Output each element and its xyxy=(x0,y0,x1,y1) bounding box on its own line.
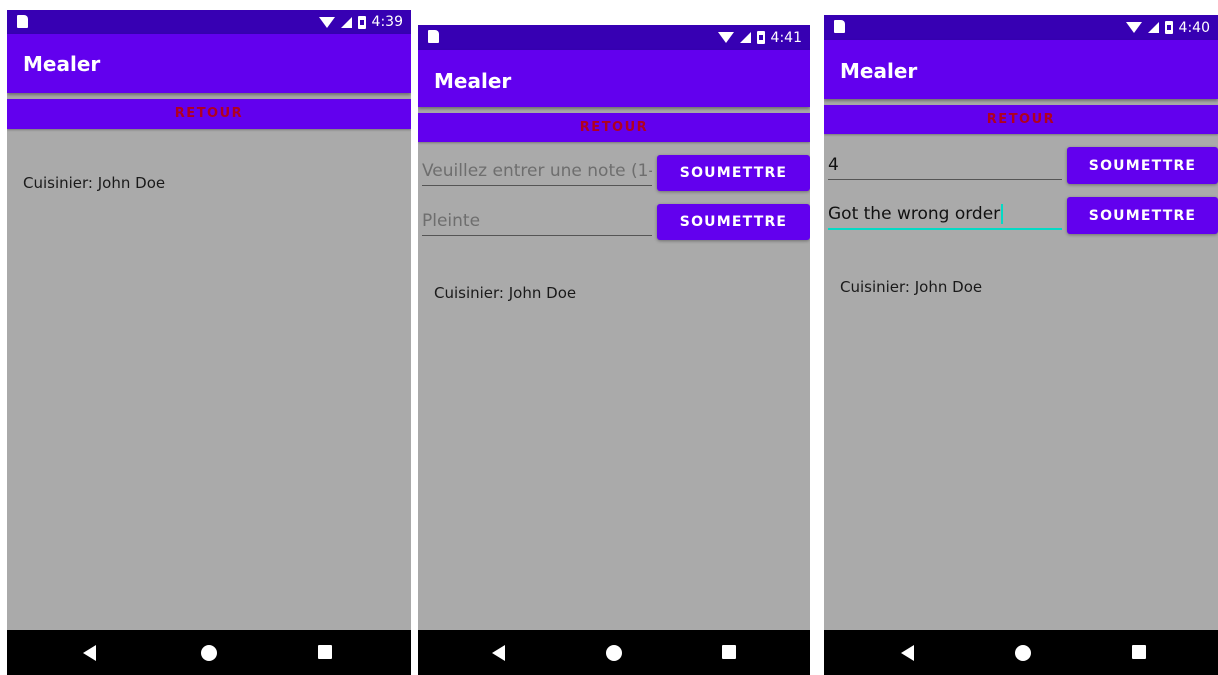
cook-name-label: Cuisinier: John Doe xyxy=(434,284,577,302)
home-icon[interactable] xyxy=(606,645,622,661)
complaint-input[interactable]: Pleinte xyxy=(422,211,652,236)
screen-3: 4:40 Mealer RETOUR 4 SOUMETTRE Got the w… xyxy=(824,15,1218,675)
app-bar: Mealer xyxy=(7,34,411,93)
submit-rating-button[interactable]: SOUMETTRE xyxy=(657,155,810,191)
rating-input[interactable]: 4 xyxy=(828,155,1062,180)
rating-input[interactable]: Veuillez entrer une note (1-5 xyxy=(422,161,652,186)
navigation-bar xyxy=(7,630,411,675)
status-bar: 4:40 xyxy=(824,15,1218,40)
app-title: Mealer xyxy=(434,69,512,93)
status-time: 4:39 xyxy=(371,14,403,30)
sd-card-icon xyxy=(834,20,845,33)
back-button[interactable]: RETOUR xyxy=(418,113,810,142)
status-time: 4:40 xyxy=(1178,19,1210,36)
complaint-input-value: Got the wrong order xyxy=(828,204,1001,224)
signal-icon xyxy=(1147,22,1159,33)
navigation-bar xyxy=(418,630,810,675)
back-icon[interactable] xyxy=(83,645,96,661)
cook-name-label: Cuisinier: John Doe xyxy=(840,278,983,296)
signal-icon xyxy=(340,16,352,28)
navigation-bar xyxy=(824,630,1218,675)
app-bar: Mealer xyxy=(418,50,810,107)
status-bar: 4:41 xyxy=(418,25,810,50)
back-icon[interactable] xyxy=(492,645,505,661)
recents-icon[interactable] xyxy=(1132,645,1146,659)
text-cursor xyxy=(1001,204,1004,224)
app-title: Mealer xyxy=(23,52,101,76)
wifi-icon xyxy=(717,32,734,43)
sd-card-icon xyxy=(17,15,28,28)
submit-rating-button[interactable]: SOUMETTRE xyxy=(1067,147,1218,184)
wifi-icon xyxy=(318,16,335,28)
screen-1: 4:39 Mealer RETOUR Cuisinier: John Doe xyxy=(7,10,411,675)
battery-icon xyxy=(357,15,366,29)
status-time: 4:41 xyxy=(770,29,802,46)
recents-icon[interactable] xyxy=(318,645,332,659)
wifi-icon xyxy=(1125,22,1142,33)
sd-card-icon xyxy=(428,30,439,43)
back-button[interactable]: RETOUR xyxy=(824,105,1218,134)
signal-icon xyxy=(739,32,751,43)
submit-complaint-button[interactable]: SOUMETTRE xyxy=(657,204,810,240)
screen-2: 4:41 Mealer RETOUR Veuillez entrer une n… xyxy=(418,25,810,675)
complaint-input[interactable]: Got the wrong order xyxy=(828,204,1062,230)
recents-icon[interactable] xyxy=(722,645,736,659)
cook-name-label: Cuisinier: John Doe xyxy=(23,174,166,192)
battery-icon xyxy=(756,31,765,44)
battery-icon xyxy=(1164,21,1173,34)
home-icon[interactable] xyxy=(201,645,217,661)
app-bar: Mealer xyxy=(824,40,1218,99)
back-button[interactable]: RETOUR xyxy=(7,99,411,129)
status-bar: 4:39 xyxy=(7,10,411,34)
back-icon[interactable] xyxy=(901,645,914,661)
app-title: Mealer xyxy=(840,59,918,83)
submit-complaint-button[interactable]: SOUMETTRE xyxy=(1067,197,1218,234)
home-icon[interactable] xyxy=(1015,645,1031,661)
